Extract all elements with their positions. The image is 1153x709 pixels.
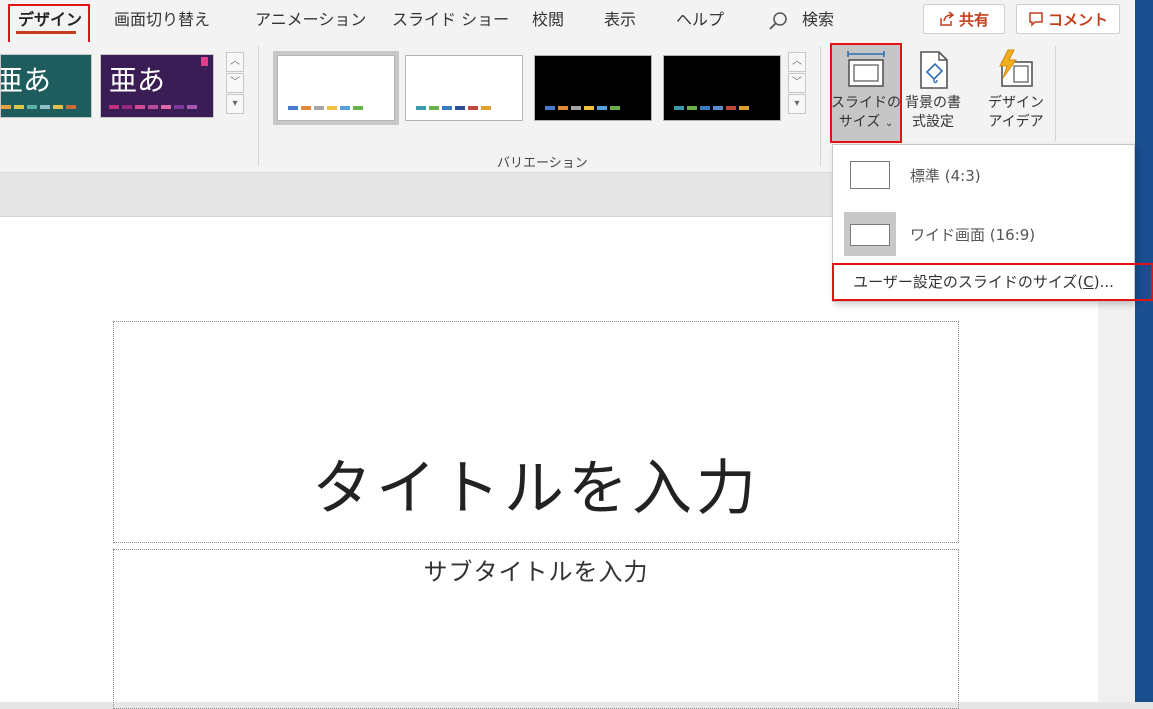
variant-color-strip [545, 106, 620, 110]
slide-size-label: スライドの サイズ ⌄ [831, 94, 901, 133]
widescreen-slide-shape [850, 224, 890, 246]
variant-color-strip [674, 106, 749, 110]
variant-thumbnail-1[interactable] [273, 51, 399, 125]
variants-scroll-up-button[interactable]: ︿ [788, 52, 806, 72]
theme-accent-mark [201, 57, 208, 66]
standard-slide-shape [850, 161, 890, 189]
themes-more-button[interactable]: ▾ [226, 94, 244, 114]
subtitle-placeholder[interactable]: サブタイトルを入力 [113, 549, 959, 709]
tab-animations[interactable]: アニメーション [255, 8, 366, 34]
variant-thumbnail-2[interactable] [405, 55, 523, 121]
share-icon [940, 11, 955, 26]
widescreen-size-icon [844, 212, 896, 256]
standard-size-icon [844, 153, 896, 197]
comment-label: コメント [1047, 10, 1108, 29]
variants-scroll-down-button[interactable]: ﹀ [788, 73, 806, 93]
theme-color-strip [109, 105, 197, 109]
format-background-label: 背景の書 式設定 [899, 94, 967, 132]
variant-color-strip [416, 106, 491, 110]
widescreen-size-label: ワイド画面 (16:9) [910, 226, 1036, 244]
slide-size-widescreen-option[interactable]: ワイド画面 (16:9) [833, 206, 1134, 262]
group-separator [258, 46, 259, 166]
format-background-button[interactable]: 背景の書 式設定 [899, 44, 967, 142]
search-icon[interactable] [768, 10, 790, 32]
search-label[interactable]: 検索 [802, 8, 834, 34]
tab-slideshow[interactable]: スライド ショー [392, 8, 509, 34]
design-ideas-button[interactable]: デザイン アイデア [982, 44, 1050, 142]
group-separator [820, 46, 821, 166]
format-background-icon [920, 51, 948, 89]
variants-scroll: ︿ ﹀ ▾ [788, 52, 806, 115]
slide-size-label-line1: スライドの [831, 95, 901, 111]
title-placeholder[interactable]: タイトルを入力 [113, 321, 959, 543]
variant-thumbnail-4[interactable] [663, 55, 781, 121]
design-ideas-label-line1: デザイン [988, 95, 1044, 111]
variant-thumbnail-3[interactable] [534, 55, 652, 121]
tab-transitions[interactable]: 画面切り替え [114, 8, 210, 34]
themes-scroll: ︿ ﹀ ▾ [226, 52, 244, 115]
chevron-down-icon: ⌄ [884, 118, 894, 129]
themes-scroll-down-button[interactable]: ﹀ [226, 73, 244, 93]
format-background-label-line2: 式設定 [912, 114, 954, 130]
slide-size-label-line2: サイズ ⌄ [831, 113, 901, 133]
custom-slide-size-accesskey: C [1083, 273, 1094, 291]
slide-size-icon [847, 51, 885, 87]
comment-button[interactable]: コメント [1016, 4, 1120, 34]
custom-slide-size-label-prefix: ユーザー設定のスライドのサイズ( [853, 273, 1084, 291]
theme-thumbnail-1[interactable]: 亜あ [0, 54, 92, 118]
desktop-background-edge [1135, 0, 1153, 702]
active-tab-underline [16, 31, 76, 34]
subtitle-placeholder-text: サブタイトルを入力 [423, 558, 649, 586]
share-button[interactable]: 共有 [923, 4, 1005, 34]
slide-size-label-text: サイズ [838, 114, 881, 130]
variants-more-button[interactable]: ▾ [788, 94, 806, 114]
title-placeholder-text: タイトルを入力 [312, 454, 760, 524]
design-ideas-icon [999, 49, 1033, 87]
theme-thumbnail-2[interactable]: 亜あ [100, 54, 214, 118]
variant-color-strip [288, 106, 363, 110]
ribbon-tab-bar: デザイン 画面切り替え アニメーション スライド ショー 校閲 表示 ヘルプ 検… [0, 0, 1135, 44]
design-ideas-label: デザイン アイデア [982, 94, 1050, 132]
custom-slide-size-option[interactable]: ユーザー設定のスライドのサイズ(C)... [832, 264, 1135, 300]
group-separator [1055, 46, 1056, 141]
share-label: 共有 [958, 10, 989, 29]
tab-review[interactable]: 校閲 [532, 8, 564, 34]
format-background-label-line1: 背景の書 [905, 95, 961, 111]
theme-sample-text: 亜あ [109, 64, 166, 97]
custom-slide-size-label-suffix: )... [1093, 273, 1114, 291]
theme-color-strip [1, 105, 76, 109]
slide-size-button[interactable]: スライドの サイズ ⌄ [831, 44, 901, 142]
themes-scroll-up-button[interactable]: ︿ [226, 52, 244, 72]
design-ideas-label-line2: アイデア [988, 114, 1044, 130]
comment-icon [1029, 12, 1043, 27]
variants-group-label: バリエーション [497, 156, 588, 171]
standard-size-label: 標準 (4:3) [910, 167, 981, 185]
slide-size-standard-option[interactable]: 標準 (4:3) [833, 147, 1134, 203]
tab-view[interactable]: 表示 [604, 8, 636, 34]
tab-help[interactable]: ヘルプ [676, 8, 724, 34]
theme-sample-text: 亜あ [0, 64, 52, 97]
